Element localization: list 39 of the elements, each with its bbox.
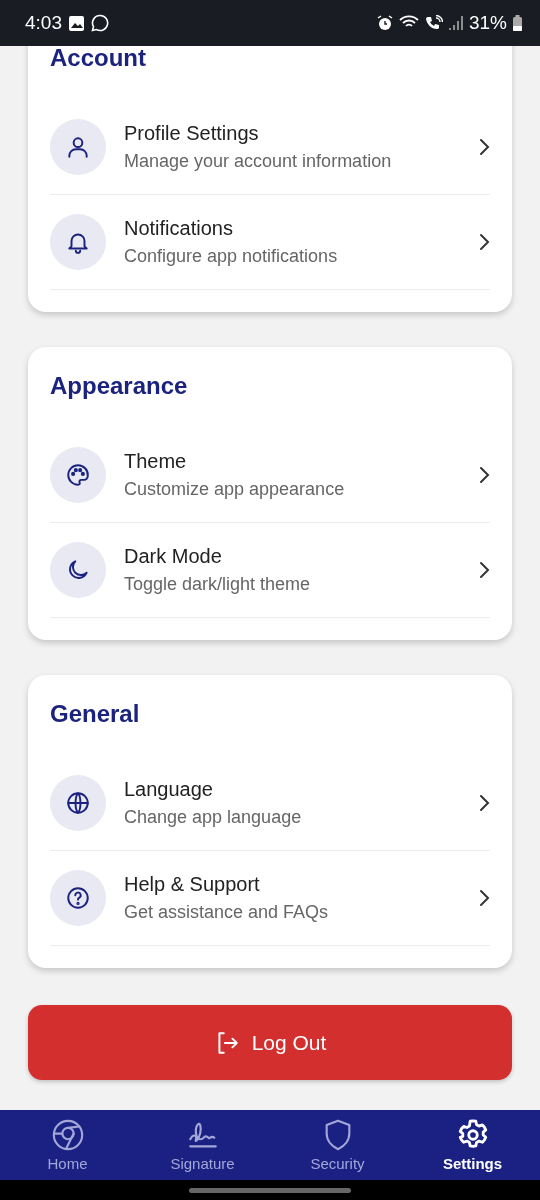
battery-icon — [513, 15, 522, 31]
image-icon — [68, 14, 85, 32]
alarm-icon — [376, 15, 393, 31]
setting-description: Get assistance and FAQs — [124, 902, 329, 923]
signal-icon — [448, 15, 463, 31]
setting-title[interactable]: Notifications — [124, 217, 233, 240]
setting-description: Change app language — [124, 807, 302, 828]
palette-icon — [65, 462, 91, 488]
section-title: Account — [50, 46, 147, 73]
person-icon — [65, 134, 91, 160]
setting-title[interactable]: Profile Settings — [124, 122, 259, 145]
setting-title[interactable]: Dark Mode — [124, 545, 222, 568]
setting-description: Configure app notifications — [124, 246, 338, 267]
chevron-icon[interactable] — [478, 794, 490, 812]
logout-button[interactable]: Log Out — [28, 1005, 512, 1080]
chevron-icon[interactable] — [478, 889, 490, 907]
gesture-handle[interactable] — [189, 1187, 351, 1193]
nav-tab[interactable]: Security — [270, 1110, 405, 1180]
chat-icon — [91, 14, 109, 32]
setting-title[interactable]: Theme — [124, 450, 187, 473]
chevron-icon[interactable] — [478, 561, 490, 579]
clock: 4:03 — [25, 12, 62, 34]
nav-tab[interactable]: Settings — [405, 1110, 540, 1180]
help-icon — [65, 885, 91, 911]
chevron-icon[interactable] — [478, 233, 490, 251]
setting-description: Toggle dark/light theme — [124, 574, 311, 595]
globe-icon — [65, 790, 91, 816]
setting-title[interactable]: Help & Support — [124, 873, 260, 896]
setting-description: Manage your account information — [124, 151, 392, 172]
nav-tab[interactable]: Home — [0, 1110, 135, 1180]
setting-title[interactable]: Language — [124, 778, 213, 801]
nav-tab[interactable]: Signature — [135, 1110, 270, 1180]
setting-description: Customize app appearance — [124, 479, 345, 500]
section-title: Appearance — [50, 371, 189, 401]
chevron-icon[interactable] — [478, 466, 490, 484]
battery-percentage: 31% — [468, 12, 507, 34]
section-title: General — [50, 699, 141, 729]
chevron-icon[interactable] — [478, 138, 490, 156]
call-icon — [424, 15, 443, 31]
